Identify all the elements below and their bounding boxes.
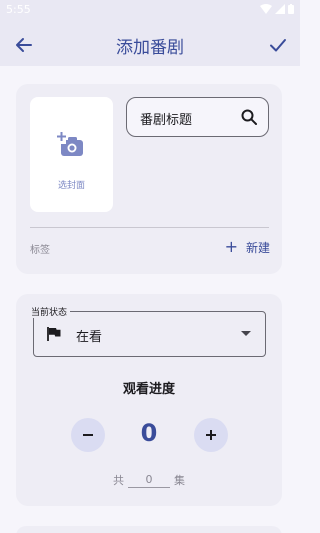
tags-label: 标签 [30,245,50,256]
increment-button[interactable] [194,418,228,452]
episode-count: 0 [140,419,158,447]
status-time: 5:55 [6,3,31,16]
status-icons [260,4,294,14]
add-photo-icon [57,132,83,156]
flag-icon [47,327,61,341]
total-episodes: 共 0 集 [16,472,282,488]
check-icon[interactable] [266,33,290,57]
new-tag-label: 新建 [245,240,270,255]
divider [30,227,269,228]
progress-title: 观看进度 [122,382,175,397]
status-select-label: 当前状态 [28,305,71,318]
plus-icon [206,430,216,440]
plus-icon: + [224,237,238,256]
page-title: 添加番剧 [116,38,184,58]
status-bar: 5:55 [0,0,300,24]
total-suffix: 集 [174,474,185,487]
status-value: 在看 [76,330,103,345]
new-tag-button[interactable]: + 新建 [225,237,270,257]
next-card [16,526,282,533]
signal-icon [275,4,285,14]
info-card: 选封面 番剧标题 标签 + 新建 [16,84,282,274]
title-search-field[interactable]: 番剧标题 [126,97,269,137]
total-episodes-input[interactable]: 0 [128,473,170,488]
total-prefix: 共 [113,474,124,487]
app-bar: 添加番剧 [0,24,300,66]
cover-picker[interactable]: 选封面 [30,97,113,212]
progress-card: 在看 观看进度 0 共 0 集 [16,294,282,506]
battery-icon [288,4,294,14]
title-search-text: 番剧标题 [140,113,193,128]
cover-label: 选封面 [57,181,85,191]
search-icon[interactable] [240,108,258,126]
wifi-icon [260,4,272,14]
dropdown-arrow-icon [241,331,251,336]
